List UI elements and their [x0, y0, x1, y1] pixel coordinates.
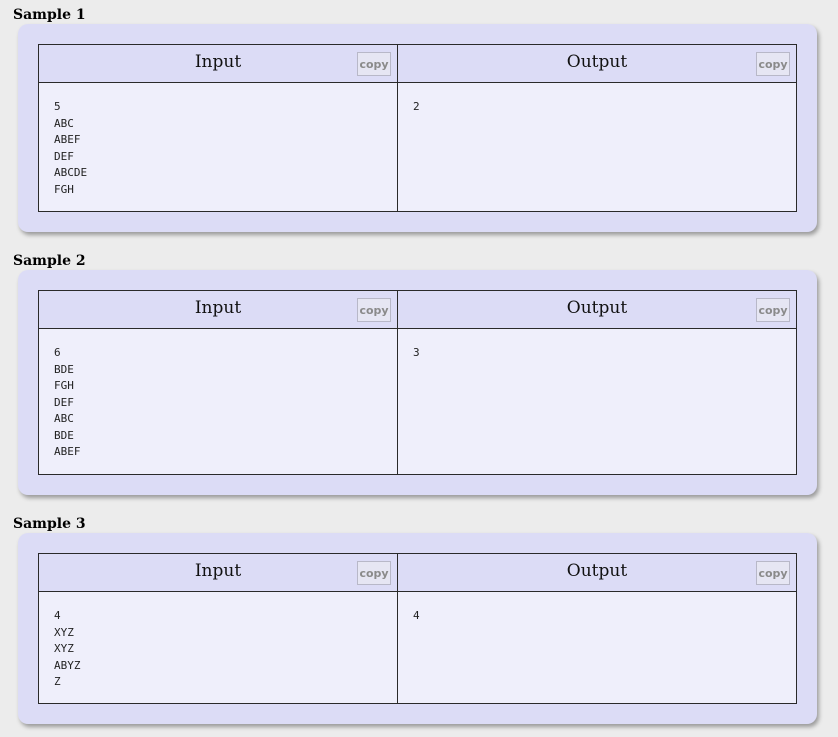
sample-3-output-column: Output copy 4 — [398, 554, 796, 703]
sample-2-card: Input copy 6 BDE FGH DEF ABC BDE ABEF Ou… — [18, 270, 817, 495]
sample-2-title: Sample 2 — [13, 253, 86, 269]
input-line: XYZ — [54, 642, 74, 655]
sample-1-input-body[interactable]: 5 ABC ABEF DEF ABCDE FGH — [39, 83, 397, 198]
sample-3-title: Sample 3 — [13, 516, 86, 532]
input-line: 5 — [54, 100, 61, 113]
input-line: BDE — [54, 362, 74, 376]
sample-2-output-body[interactable]: 3 — [398, 329, 796, 362]
output-header-label: Output — [566, 298, 628, 318]
input-line: ABYZ — [54, 658, 81, 672]
input-line: BDE — [54, 428, 74, 442]
copy-input-button[interactable]: copy — [357, 298, 391, 322]
input-line: ABEF — [54, 445, 81, 458]
output-line: 4 — [413, 609, 420, 622]
sample-2-output-column: Output copy 3 — [398, 291, 796, 474]
input-header-label: Input — [194, 561, 242, 581]
sample-2-input-body[interactable]: 6 BDE FGH DEF ABC BDE ABEF — [39, 329, 397, 461]
input-line: ABC — [54, 412, 74, 425]
sample-1-input-column: Input copy 5 ABC ABEF DEF ABCDE FGH — [39, 45, 398, 211]
sample-3-output-body[interactable]: 4 — [398, 592, 796, 625]
sample-3-input-body[interactable]: 4 XYZ XYZ ABYZ Z — [39, 592, 397, 691]
sample-1-output-body[interactable]: 2 — [398, 83, 796, 116]
sample-1-output-column: Output copy 2 — [398, 45, 796, 211]
copy-output-button[interactable]: copy — [756, 52, 790, 76]
sample-3-io-table: Input copy 4 XYZ XYZ ABYZ Z Output copy … — [38, 553, 797, 704]
sample-3-input-column: Input copy 4 XYZ XYZ ABYZ Z — [39, 554, 398, 703]
output-line: 3 — [413, 346, 420, 359]
sample-1-output-header: Output copy — [398, 45, 796, 83]
copy-output-button[interactable]: copy — [756, 561, 790, 585]
sample-2-input-column: Input copy 6 BDE FGH DEF ABC BDE ABEF — [39, 291, 398, 474]
output-header-label: Output — [566, 52, 628, 72]
input-header-label: Input — [194, 52, 242, 72]
sample-3-card: Input copy 4 XYZ XYZ ABYZ Z Output copy … — [18, 533, 817, 724]
input-line: 4 — [54, 609, 61, 622]
copy-output-button[interactable]: copy — [756, 298, 790, 322]
output-header-label: Output — [566, 561, 628, 581]
input-line: 6 — [54, 346, 61, 359]
input-header-label: Input — [194, 298, 242, 318]
sample-1-io-table: Input copy 5 ABC ABEF DEF ABCDE FGH Outp… — [38, 44, 797, 212]
input-line: ABC — [54, 116, 74, 130]
input-line: ABEF — [54, 133, 81, 146]
copy-input-button[interactable]: copy — [357, 52, 391, 76]
sample-2-input-header: Input copy — [39, 291, 397, 329]
sample-3-input-header: Input copy — [39, 554, 397, 592]
input-line: DEF — [54, 395, 74, 409]
sample-1-card: Input copy 5 ABC ABEF DEF ABCDE FGH Outp… — [18, 24, 817, 232]
sample-1-title: Sample 1 — [13, 7, 86, 23]
copy-input-button[interactable]: copy — [357, 561, 391, 585]
sample-3-output-header: Output copy — [398, 554, 796, 592]
input-line: XYZ — [54, 625, 74, 639]
output-line: 2 — [413, 100, 420, 113]
input-line: FGH — [54, 379, 74, 392]
sample-2-io-table: Input copy 6 BDE FGH DEF ABC BDE ABEF Ou… — [38, 290, 797, 475]
input-line: FGH — [54, 182, 74, 196]
input-line: ABCDE — [54, 166, 88, 179]
sample-1-input-header: Input copy — [39, 45, 397, 83]
sample-2-output-header: Output copy — [398, 291, 796, 329]
input-line: DEF — [54, 149, 74, 163]
input-line: Z — [54, 675, 61, 688]
